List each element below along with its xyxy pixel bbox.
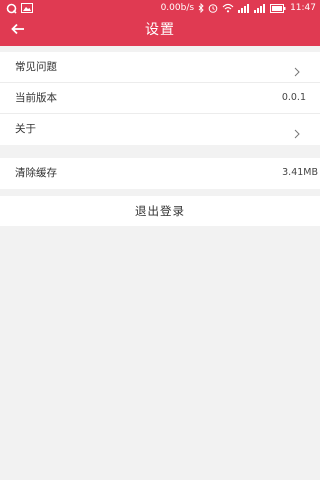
battery-icon [270,3,286,13]
faq-row[interactable]: 常见问题 [0,52,320,83]
faq-label: 常见问题 [15,61,57,73]
status-bar: 0.00b/s 11:47 [0,0,320,16]
gallery-icon [21,3,33,13]
network-speed: 0.00b/s [160,3,195,13]
wifi-icon [222,3,234,13]
version-row: 当前版本 0.0.1 [0,83,320,114]
clear-cache-row[interactable]: 清除缓存 3.41MB [0,158,320,189]
about-label: 关于 [15,123,36,135]
signal-icon-2 [254,3,266,13]
top-bar: 0.00b/s 11:47 设置 [0,0,320,46]
bluetooth-icon [198,3,204,13]
about-row[interactable]: 关于 [0,114,320,145]
alarm-icon [208,3,218,13]
cache-list: 清除缓存 3.41MB [0,158,320,189]
clear-cache-label: 清除缓存 [15,167,57,179]
logout-button[interactable]: 退出登录 [0,196,320,226]
chevron-right-icon [294,124,300,143]
page-title: 设置 [145,22,175,38]
settings-list: 常见问题 当前版本 0.0.1 关于 [0,52,320,145]
version-label: 当前版本 [15,92,57,104]
notification-icon [6,3,17,14]
clock: 11:47 [290,3,316,13]
version-value: 0.0.1 [281,92,306,103]
cache-size-value: 3.41MB [282,167,318,178]
signal-icon [238,3,250,13]
chevron-right-icon [294,62,300,81]
